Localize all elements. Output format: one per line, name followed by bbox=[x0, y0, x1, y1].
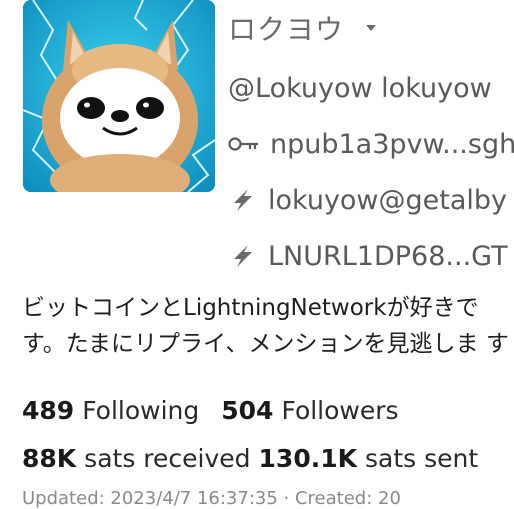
profile-handle: @Lokuyow lokuyow bbox=[228, 72, 492, 104]
following-stat[interactable]: 489 Following bbox=[22, 396, 199, 425]
followers-count: 504 bbox=[221, 395, 274, 425]
lnurl-value: LNURL1DP68...GT bbox=[268, 240, 508, 272]
following-count: 489 bbox=[22, 395, 75, 425]
lightning-address: lokuyow@getalby bbox=[268, 184, 508, 216]
sats-sent-count: 130.1K bbox=[258, 443, 357, 473]
following-label: Following bbox=[82, 395, 200, 425]
profile-bio: ビットコインとLightningNetworkが好きで す。たまにリプライ、メン… bbox=[22, 290, 514, 362]
bio-line: す。たまにリプライ、メンションを見逃しま す bbox=[22, 331, 509, 357]
lightning-icon bbox=[228, 187, 258, 213]
lightning-icon bbox=[228, 243, 258, 269]
profile-handle-line: @Lokuyow lokuyow bbox=[228, 70, 492, 106]
sats-received-count: 88K bbox=[22, 443, 77, 473]
follow-stats: 489 Following 504 Followers bbox=[22, 393, 399, 427]
chevron-down-icon[interactable] bbox=[366, 25, 377, 31]
followers-label: Followers bbox=[281, 395, 399, 425]
display-name: ロクヨウ bbox=[228, 13, 345, 46]
zap-stats: 88K sats received 130.1K sats sent bbox=[22, 441, 478, 475]
sats-received-label: sats received bbox=[84, 443, 251, 473]
bio-line: ビットコインとLightningNetworkが好きで bbox=[22, 295, 479, 321]
npub-value: npub1a3pvw...sgh bbox=[270, 128, 514, 160]
profile-name-row: ロクヨウ bbox=[228, 8, 377, 48]
npub-copy-line[interactable]: npub1a3pvw...sgh bbox=[228, 126, 514, 162]
profile-avatar[interactable] bbox=[23, 0, 215, 192]
sats-sent-label: sats sent bbox=[364, 443, 479, 473]
lnurl-line[interactable]: LNURL1DP68...GT bbox=[228, 238, 508, 274]
followers-stat[interactable]: 504 Followers bbox=[221, 396, 398, 425]
lightning-address-line[interactable]: lokuyow@getalby bbox=[228, 182, 507, 218]
key-icon bbox=[228, 134, 260, 154]
